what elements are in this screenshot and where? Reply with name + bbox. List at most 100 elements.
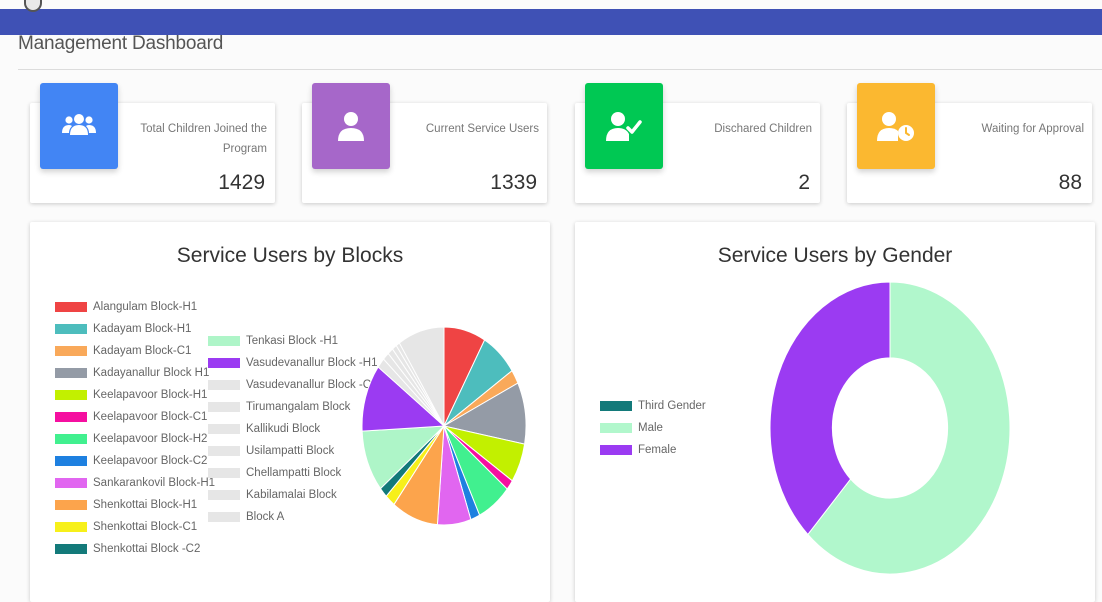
stat-label: Waiting for Approval — [981, 123, 1084, 135]
legend-item[interactable]: Block A — [208, 506, 377, 528]
legend-label: Keelapavoor Block-C1 — [93, 411, 208, 423]
title-divider — [18, 69, 1102, 70]
legend-item[interactable]: Shenkottai Block-C1 — [55, 516, 215, 538]
legend-swatch — [208, 380, 240, 390]
legend-label: Chellampatti Block — [246, 467, 342, 479]
chart-title: Service Users by Gender — [717, 244, 953, 267]
legend-swatch — [208, 336, 240, 346]
blocks-pie-chart[interactable] — [360, 322, 536, 532]
stat-label: Current Service Users — [425, 123, 539, 135]
legend-swatch — [208, 402, 240, 412]
legend-item[interactable]: Female — [600, 439, 706, 461]
legend-label: Keelapavoor Block-H2 — [93, 433, 208, 445]
legend-label: Keelapavoor Block-C2 — [93, 455, 208, 467]
legend-item[interactable]: Keelapavoor Block-C1 — [55, 406, 215, 428]
legend-item[interactable]: Keelapavoor Block-C2 — [55, 450, 215, 472]
legend-swatch — [55, 346, 87, 356]
stat-label: Dischared Children — [714, 123, 812, 135]
legend-item[interactable]: Shenkottai Block-H1 — [55, 494, 215, 516]
gender-legend: Third Gender Male Female — [600, 395, 706, 461]
legend-label: Vasudevanallur Block -H1 — [246, 357, 378, 369]
user-clock-icon — [857, 83, 935, 169]
legend-label: Alangulam Block-H1 — [93, 301, 198, 313]
legend-item[interactable]: Tirumangalam Block — [208, 396, 377, 418]
legend-label: Keelapavoor Block-H1 — [93, 389, 208, 401]
gender-chart-panel: Service Users by Gender Third Gender Male… — [575, 222, 1095, 602]
blocks-legend-col1: Alangulam Block-H1 Kadayam Block-H1 Kadaya… — [55, 296, 215, 560]
legend-item[interactable]: Male — [600, 417, 706, 439]
legend-swatch — [55, 544, 87, 554]
legend-swatch — [55, 434, 87, 444]
legend-swatch — [208, 512, 240, 522]
legend-item[interactable]: Shenkottai Block -C2 — [55, 538, 215, 560]
gender-donut-chart[interactable] — [765, 278, 1015, 578]
legend-label: Male — [638, 422, 663, 434]
legend-item[interactable]: Alangulam Block-H1 — [55, 296, 215, 318]
legend-swatch — [55, 302, 87, 312]
legend-swatch — [55, 456, 87, 466]
legend-item[interactable]: Keelapavoor Block-H2 — [55, 428, 215, 450]
legend-swatch — [208, 468, 240, 478]
legend-swatch — [600, 401, 632, 411]
legend-item[interactable]: Sankarankovil Block-H1 — [55, 472, 215, 494]
legend-item[interactable]: Kabilamalai Block — [208, 484, 377, 506]
legend-swatch — [208, 446, 240, 456]
legend-swatch — [208, 490, 240, 500]
legend-label: Shenkottai Block-H1 — [93, 499, 198, 511]
user-check-icon — [585, 83, 663, 169]
stat-value: 1339 — [490, 171, 537, 194]
user-icon — [312, 83, 390, 169]
legend-label: Block A — [246, 511, 285, 523]
stat-card-total-children: Total Children Joined the Program 1429 — [30, 83, 275, 203]
legend-swatch — [55, 478, 87, 488]
legend-item[interactable]: Vasudevanallur Block -C1 — [208, 374, 377, 396]
legend-label: Shenkottai Block-C1 — [93, 521, 198, 533]
legend-swatch — [55, 500, 87, 510]
stat-card-current-users: Current Service Users 1339 — [302, 83, 547, 203]
stat-label: Total Children Joined the Program — [140, 123, 267, 155]
legend-swatch — [208, 358, 240, 368]
stat-value: 2 — [798, 171, 810, 194]
legend-swatch — [208, 424, 240, 434]
legend-item[interactable]: Chellampatti Block — [208, 462, 377, 484]
legend-label: Kabilamalai Block — [246, 489, 337, 501]
users-group-icon — [40, 83, 118, 169]
legend-item[interactable]: Keelapavoor Block-H1 — [55, 384, 215, 406]
page-title: Management Dashboard — [18, 33, 224, 54]
legend-swatch — [600, 445, 632, 455]
stat-card-waiting-approval: Waiting for Approval 88 — [847, 83, 1092, 203]
legend-swatch — [55, 390, 87, 400]
blocks-chart-panel: Service Users by Blocks Alangulam Block-… — [30, 222, 550, 602]
legend-item[interactable]: Usilampatti Block — [208, 440, 377, 462]
legend-label: Kadayam Block-C1 — [93, 345, 192, 357]
legend-label: Sankarankovil Block-H1 — [93, 477, 216, 489]
legend-swatch — [55, 368, 87, 378]
legend-item[interactable]: Kallikudi Block — [208, 418, 377, 440]
blocks-legend-col2: Tenkasi Block -H1 Vasudevanallur Block -H… — [208, 330, 377, 528]
legend-label: Female — [638, 444, 677, 456]
legend-item[interactable]: Kadayanallur Block H1 — [55, 362, 215, 384]
legend-label: Shenkottai Block -C2 — [93, 543, 201, 555]
stat-value: 88 — [1058, 171, 1082, 194]
legend-item[interactable]: Tenkasi Block -H1 — [208, 330, 377, 352]
legend-label: Usilampatti Block — [246, 445, 335, 457]
stat-card-discharged: Dischared Children 2 — [575, 83, 820, 203]
chart-title: Service Users by Blocks — [176, 244, 404, 267]
legend-item[interactable]: Kadayam Block-H1 — [55, 318, 215, 340]
legend-item[interactable]: Third Gender — [600, 395, 706, 417]
legend-label: Tirumangalam Block — [246, 401, 351, 413]
legend-label: Vasudevanallur Block -C1 — [246, 379, 378, 391]
top-app-bar — [0, 9, 1102, 35]
legend-label: Kadayanallur Block H1 — [93, 367, 210, 379]
legend-label: Kallikudi Block — [246, 423, 321, 435]
legend-swatch — [55, 522, 87, 532]
legend-label: Third Gender — [638, 400, 706, 412]
legend-item[interactable]: Kadayam Block-C1 — [55, 340, 215, 362]
legend-swatch — [55, 412, 87, 422]
legend-label: Kadayam Block-H1 — [93, 323, 192, 335]
legend-swatch — [600, 423, 632, 433]
legend-swatch — [55, 324, 87, 334]
legend-label: Tenkasi Block -H1 — [246, 335, 339, 347]
legend-item[interactable]: Vasudevanallur Block -H1 — [208, 352, 377, 374]
stat-value: 1429 — [218, 171, 265, 194]
